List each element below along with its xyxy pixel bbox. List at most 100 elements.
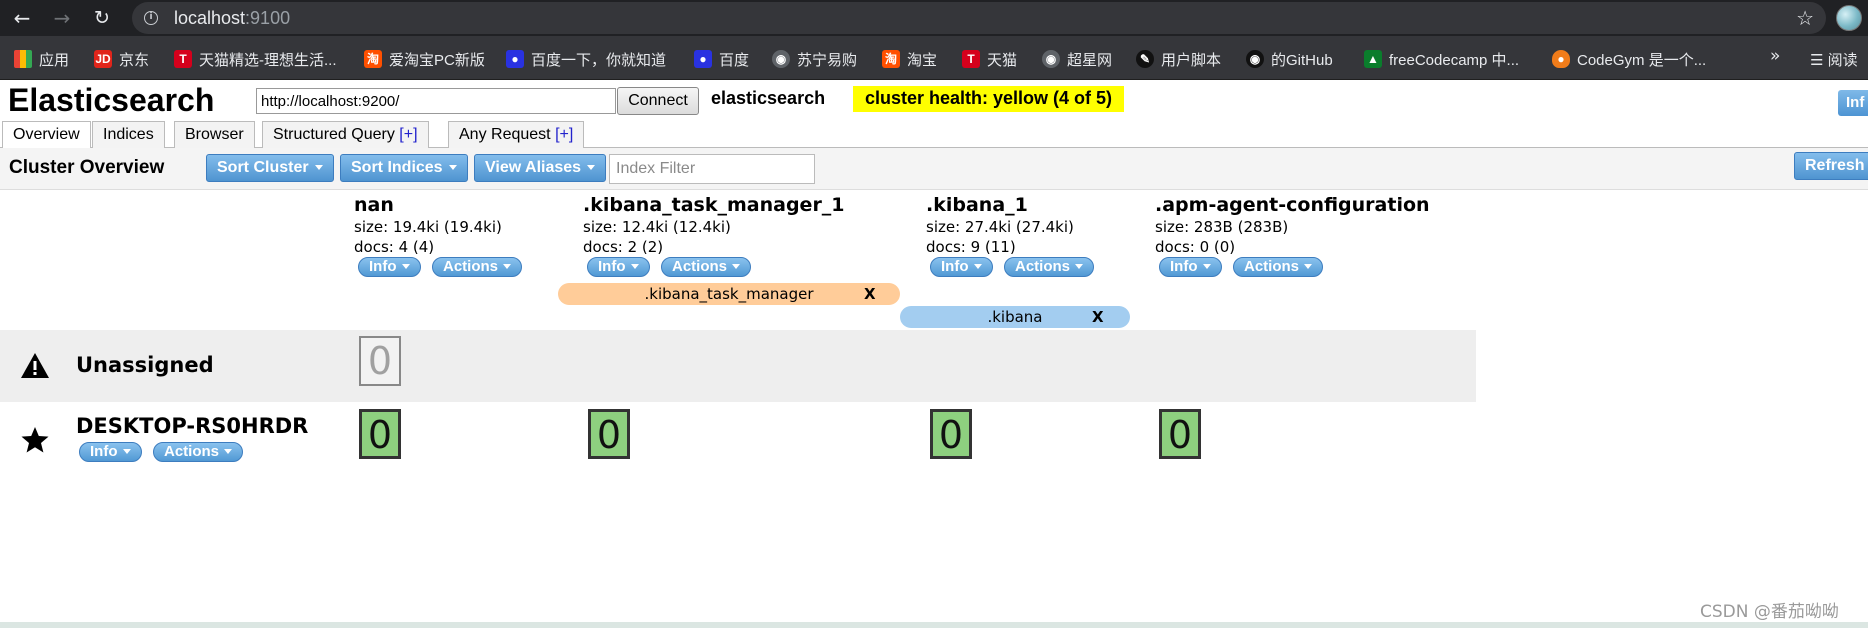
node-actions-button[interactable]: Actions (153, 442, 244, 462)
alias-remove-icon[interactable]: X (864, 283, 876, 305)
bookmark-label: 淘宝 (907, 51, 938, 69)
primary-shard[interactable]: 0 (588, 409, 630, 459)
index-docs: docs: 9 (11) (926, 238, 1016, 256)
tmall-icon: T (962, 50, 980, 68)
caret-down-icon (314, 165, 323, 170)
index-actions-button[interactable]: Actions (1004, 257, 1095, 277)
tab-label: Structured Query (273, 126, 400, 143)
bookmarks-more-chevron-icon[interactable]: » (1770, 46, 1780, 66)
caret-down-icon (587, 165, 596, 170)
sort-indices-button[interactable]: Sort Indices (340, 154, 468, 182)
es-header: Elasticsearch Connect elasticsearch clus… (0, 80, 1868, 120)
button-label: Refresh (1805, 157, 1865, 174)
connect-button[interactable]: Connect (617, 87, 699, 115)
sort-cluster-button[interactable]: Sort Cluster (206, 154, 334, 182)
bookmark-star-icon[interactable]: ☆ (1796, 6, 1814, 30)
unassigned-shard[interactable]: 0 (359, 336, 401, 386)
tab-strip: Overview Indices Browser Structured Quer… (0, 120, 1868, 149)
index-actions-button[interactable]: Actions (1233, 257, 1324, 277)
tmall-icon: T (174, 50, 192, 68)
profile-avatar[interactable] (1836, 5, 1862, 31)
caret-down-icon (1202, 264, 1211, 269)
bookmarks-bar: 应用 JD 京东 T 天猫精选-理想生活... 淘爱淘宝PC新版 ● 百度一下，你就知… (0, 36, 1868, 80)
index-name: .apm-agent-configuration (1155, 194, 1430, 216)
bookmark-baidu[interactable]: ● 百度 (694, 49, 749, 69)
script-icon: ✎ (1136, 50, 1154, 68)
alias-label: .kibana_task_manager (644, 285, 814, 303)
index-info-button[interactable]: Info (358, 257, 421, 277)
primary-shard[interactable]: 0 (930, 409, 972, 459)
unassigned-label: Unassigned (76, 353, 214, 377)
index-actions-button[interactable]: Actions (661, 257, 752, 277)
index-name: .kibana_task_manager_1 (583, 194, 845, 216)
index-size: size: 12.4ki (12.4ki) (583, 218, 731, 236)
primary-shard[interactable]: 0 (359, 409, 401, 459)
cluster-overview-toolbar: Cluster Overview Sort Cluster Sort Indic… (0, 148, 1868, 190)
caret-down-icon (973, 264, 982, 269)
reload-icon[interactable]: ↻ (90, 6, 114, 30)
app-root: ← → ↻ i localhost:9100 ☆ 应用 JD 京东 T 天猫精选-理… (0, 0, 1868, 628)
codegym-icon: ● (1552, 50, 1570, 68)
tab-indices[interactable]: Indices (92, 121, 165, 148)
index-info-button[interactable]: Info (1159, 257, 1222, 277)
tab-label: Overview (13, 126, 80, 143)
index-info-button[interactable]: Info (930, 257, 993, 277)
jd-icon: JD (94, 50, 112, 68)
index-docs: docs: 2 (2) (583, 238, 664, 256)
tab-overview[interactable]: Overview (2, 121, 91, 149)
button-label: Info (90, 443, 118, 460)
primary-shard[interactable]: 0 (1159, 409, 1201, 459)
bookmark-aitaobao[interactable]: 淘爱淘宝PC新版 (364, 49, 485, 69)
node-info-button[interactable]: Info (79, 442, 142, 462)
alias-remove-icon[interactable]: X (1092, 306, 1104, 328)
index-info-button[interactable]: Info (587, 257, 650, 277)
bookmark-chaoxing[interactable]: ◉ 超星网 (1042, 49, 1112, 69)
button-label: Actions (164, 443, 220, 460)
bookmark-jd[interactable]: JD 京东 (94, 49, 149, 69)
index-size: size: 19.4ki (19.4ki) (354, 218, 502, 236)
apps-grid-icon (14, 50, 32, 68)
bookmark-github[interactable]: ◉ 的GitHub (1246, 49, 1333, 69)
index-actions-button[interactable]: Actions (432, 257, 523, 277)
back-arrow-icon[interactable]: ← (10, 6, 34, 30)
index-header-apm-agent-configuration: .apm-agent-configuration size: 283B (283… (1155, 194, 1430, 256)
forward-arrow-icon[interactable]: → (50, 6, 74, 30)
bookmark-suning[interactable]: ◉ 苏宁易购 (772, 49, 857, 69)
address-bar[interactable]: i localhost:9100 ☆ (132, 2, 1826, 34)
bookmark-tmall-select[interactable]: T 天猫精选-理想生活... (174, 49, 337, 69)
cluster-info-button[interactable]: Inf (1838, 90, 1868, 116)
bookmark-label: 百度 (719, 51, 750, 69)
bookmark-baidu-search[interactable]: ● 百度一下，你就知道 (506, 49, 666, 69)
alias-kibana[interactable]: .kibana X (900, 306, 1130, 328)
baidu-icon: ● (694, 50, 712, 68)
address-bar-url[interactable]: localhost:9100 (174, 8, 290, 29)
tab-any-request[interactable]: Any Request [+] (448, 121, 585, 148)
cluster-url-input[interactable] (256, 88, 616, 114)
index-name: nan (354, 194, 394, 216)
bookmark-taobao[interactable]: 淘淘宝 (882, 49, 937, 69)
taobao-icon: 淘 (882, 50, 900, 68)
site-info-icon[interactable]: i (144, 11, 158, 25)
tab-structured-query[interactable]: Structured Query [+] (262, 121, 429, 148)
caret-down-icon (1304, 264, 1313, 269)
button-label: Sort Cluster (217, 159, 309, 176)
tab-browser[interactable]: Browser (174, 121, 255, 148)
bookmark-userscripts[interactable]: ✎ 用户脚本 (1136, 49, 1221, 69)
bookmark-codegym[interactable]: ● CodeGym 是一个... (1552, 49, 1706, 69)
refresh-button[interactable]: Refresh (1794, 152, 1868, 180)
bookmark-label: 百度一下，你就知道 (531, 51, 667, 69)
freecodecamp-icon: ▲ (1364, 50, 1382, 68)
bookmark-apps[interactable]: 应用 (14, 49, 69, 69)
bookmark-freecodecamp[interactable]: ▲ freeCodecamp 中... (1364, 49, 1519, 69)
bookmark-label: 苏宁易购 (797, 51, 858, 69)
tab-plus: [+] (399, 126, 418, 143)
reading-list-button[interactable]: ☰ 阅读 (1810, 49, 1858, 70)
reading-list-label: 阅读 (1827, 52, 1858, 69)
view-aliases-button[interactable]: View Aliases (474, 154, 607, 182)
bookmark-label: CodeGym 是一个... (1577, 51, 1707, 69)
bookmark-tmall[interactable]: T 天猫 (962, 49, 1017, 69)
alias-kibana-task-manager[interactable]: .kibana_task_manager X (558, 283, 900, 305)
index-filter-input[interactable] (609, 154, 815, 184)
bookmark-label: freeCodecamp 中... (1389, 51, 1520, 69)
url-port: :9100 (245, 8, 291, 28)
